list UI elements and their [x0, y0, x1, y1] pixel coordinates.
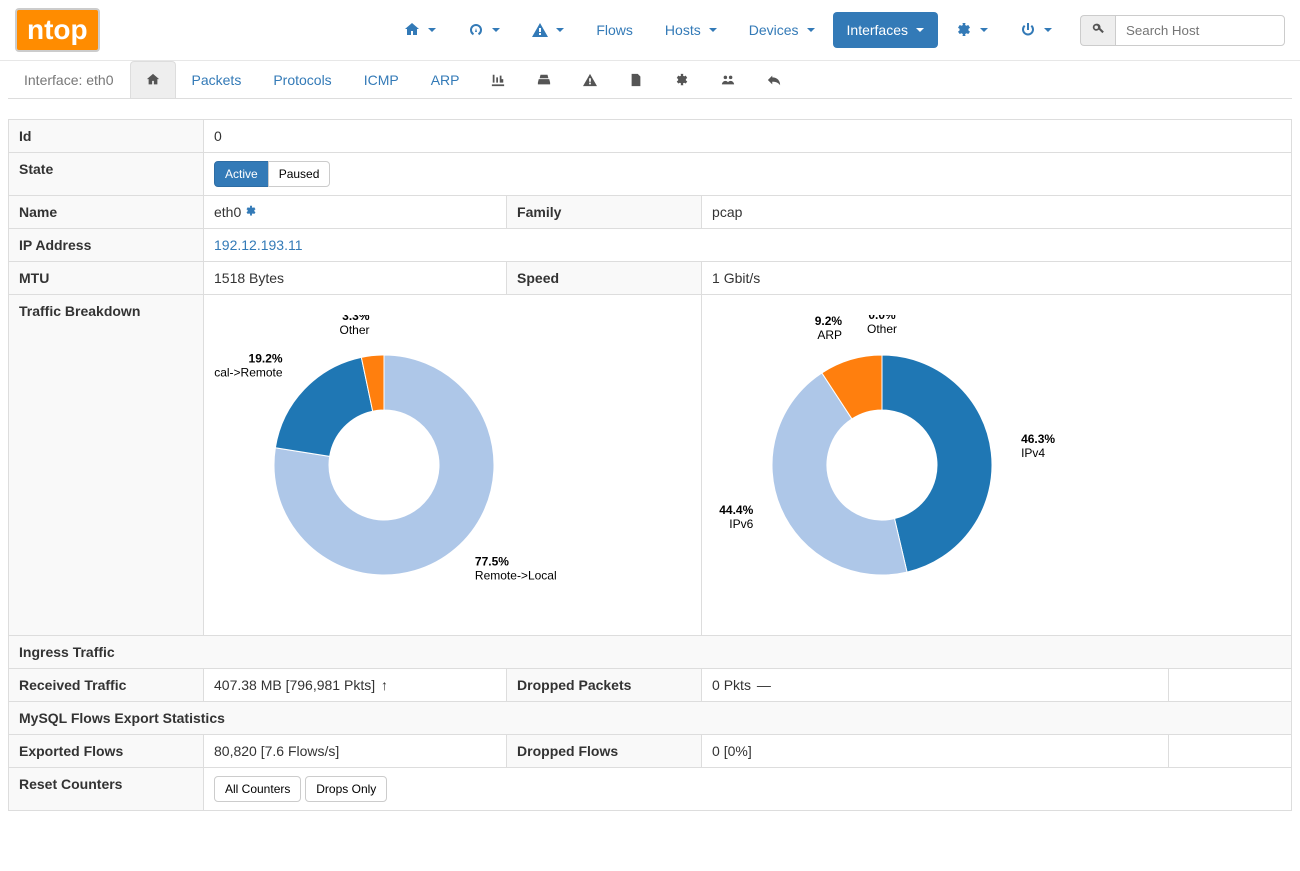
brand-logo[interactable]: ntop	[15, 8, 100, 52]
ip-value[interactable]: 192.12.193.11	[214, 237, 303, 253]
svg-text:Other: Other	[339, 323, 369, 337]
state-paused-button[interactable]: Paused	[268, 161, 331, 187]
nav-interfaces-label: Interfaces	[847, 22, 908, 38]
state-label: State	[9, 153, 204, 196]
dropped-flows-label: Dropped Flows	[507, 735, 702, 768]
tab-storage-icon[interactable]	[521, 61, 567, 98]
tab-gear-icon[interactable]	[659, 61, 705, 98]
nav-home[interactable]	[390, 12, 450, 48]
nav-interfaces[interactable]: Interfaces	[833, 12, 938, 48]
id-label: Id	[9, 120, 204, 153]
reset-drops-button[interactable]: Drops Only	[305, 776, 387, 802]
svg-text:44.4%: 44.4%	[719, 503, 753, 517]
reset-all-button[interactable]: All Counters	[214, 776, 301, 802]
mtu-label: MTU	[9, 262, 204, 295]
reset-label: Reset Counters	[9, 768, 204, 811]
nav-dashboard[interactable]	[454, 12, 514, 48]
tab-packets[interactable]: Packets	[176, 61, 258, 98]
tab-warning-icon[interactable]	[567, 61, 613, 98]
name-label: Name	[9, 196, 204, 229]
svg-text:Local->Remote: Local->Remote	[214, 366, 283, 380]
id-value: 0	[204, 120, 1292, 153]
svg-text:Remote->Local: Remote->Local	[475, 568, 557, 582]
name-value: eth0	[214, 204, 241, 220]
mysql-header: MySQL Flows Export Statistics	[9, 702, 1292, 735]
svg-text:19.2%: 19.2%	[249, 352, 283, 366]
nav-alerts[interactable]	[518, 12, 578, 48]
family-value: pcap	[702, 196, 1292, 229]
svg-text:0.0%: 0.0%	[868, 315, 896, 322]
traffic-direction-donut: 77.5%Remote->Local 19.2%Local->Remote 3.3%…	[204, 295, 702, 636]
search-button[interactable]	[1080, 15, 1115, 46]
nav-devices[interactable]: Devices	[735, 12, 829, 48]
ip-label: IP Address	[9, 229, 204, 262]
nav-settings[interactable]	[942, 12, 1002, 48]
mtu-value: 1518 Bytes	[204, 262, 507, 295]
tab-protocols[interactable]: Protocols	[257, 61, 347, 98]
search-input[interactable]	[1115, 15, 1285, 46]
state-active-button[interactable]: Active	[214, 161, 269, 187]
tab-icmp[interactable]: ICMP	[348, 61, 415, 98]
received-value: 407.38 MB [796,981 Pkts]	[214, 677, 375, 693]
speed-value: 1 Gbit/s	[702, 262, 1292, 295]
dropped-pkts-label: Dropped Packets	[507, 669, 702, 702]
svg-text:IPv6: IPv6	[729, 517, 753, 531]
svg-text:IPv4: IPv4	[1021, 446, 1045, 460]
nav-hosts-label: Hosts	[665, 22, 701, 38]
interface-name-tab: Interface: eth0	[8, 61, 130, 98]
svg-text:Other: Other	[867, 322, 897, 336]
nav-flows[interactable]: Flows	[582, 12, 647, 48]
traffic-breakdown-label: Traffic Breakdown	[9, 295, 204, 636]
nav-power[interactable]	[1006, 12, 1066, 48]
dropped-pkts-value: 0 Pkts	[712, 677, 751, 693]
speed-label: Speed	[507, 262, 702, 295]
tab-users-icon[interactable]	[705, 61, 751, 98]
exported-value: 80,820 [7.6 Flows/s]	[204, 735, 507, 768]
nav-devices-label: Devices	[749, 22, 799, 38]
svg-text:46.3%: 46.3%	[1021, 432, 1055, 446]
tab-chart-icon[interactable]	[475, 61, 521, 98]
svg-text:3.3%: 3.3%	[342, 315, 370, 323]
tab-file-icon[interactable]	[613, 61, 659, 98]
protocol-family-donut: 46.3%IPv4 44.4%IPv6 9.2%ARP 0.0%Other	[702, 295, 1292, 636]
tab-back-icon[interactable]	[751, 61, 797, 98]
svg-text:ARP: ARP	[817, 328, 842, 342]
interface-tabs: Interface: eth0 Packets Protocols ICMP A…	[8, 61, 1292, 99]
top-navbar: ntop Flows Hosts Devices Interfaces	[0, 0, 1300, 61]
svg-text:9.2%: 9.2%	[815, 315, 843, 328]
tab-home[interactable]	[130, 61, 176, 98]
dash-icon	[755, 677, 771, 693]
svg-text:77.5%: 77.5%	[475, 554, 509, 568]
up-arrow-icon	[379, 677, 388, 693]
interface-details-table: Id 0 State Active Paused Name eth0 Famil…	[8, 119, 1292, 811]
name-settings-icon[interactable]	[245, 204, 257, 220]
nav-hosts[interactable]: Hosts	[651, 12, 731, 48]
tab-arp[interactable]: ARP	[415, 61, 476, 98]
exported-label: Exported Flows	[9, 735, 204, 768]
family-label: Family	[507, 196, 702, 229]
received-label: Received Traffic	[9, 669, 204, 702]
dropped-flows-value: 0 [0%]	[702, 735, 1169, 768]
ingress-header: Ingress Traffic	[9, 636, 1292, 669]
